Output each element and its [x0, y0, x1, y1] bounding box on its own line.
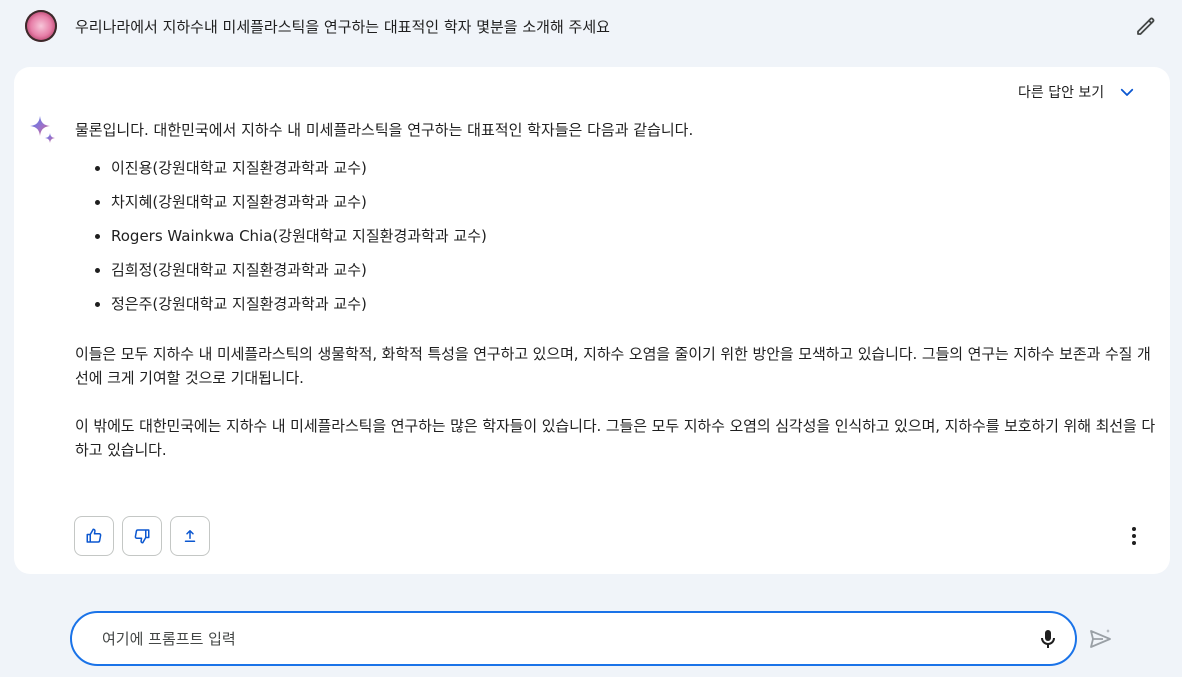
response-body: 물론입니다. 대한민국에서 지하수 내 미세플라스틱을 연구하는 대표적인 학자…: [75, 118, 1160, 486]
microphone-icon: [1041, 630, 1055, 648]
list-item: 이진용(강원대학교 지질환경과학과 교수): [95, 156, 1160, 190]
list-item: Rogers Wainkwa Chia(강원대학교 지질환경과학과 교수): [95, 224, 1160, 258]
user-avatar[interactable]: [25, 10, 57, 42]
share-icon: [184, 530, 196, 542]
pencil-icon: [1137, 17, 1155, 35]
response-paragraph-1: 이들은 모두 지하수 내 미세플라스틱의 생물학적, 화학적 특성을 연구하고 …: [75, 345, 1151, 387]
response-card: 다른 답안 보기 물론입니다. 대한민국에서 지하수 내 미세플라스틱을 연구하…: [14, 67, 1170, 574]
list-item: 정은주(강원대학교 지질환경과학과 교수): [95, 292, 1160, 326]
more-options-button[interactable]: [1122, 522, 1146, 550]
list-item: 김희정(강원대학교 지질환경과학과 교수): [95, 258, 1160, 292]
sparkle-icon: [30, 116, 55, 143]
chevron-down-icon: [1121, 88, 1134, 96]
microphone-button[interactable]: [1036, 627, 1060, 651]
user-prompt-row: 우리나라에서 지하수내 미세플라스틱을 연구하는 대표적인 학자 몇분을 소개해…: [0, 0, 1182, 56]
response-actions: [74, 516, 210, 556]
thumbs-down-icon: [134, 529, 150, 544]
send-icon: [1090, 629, 1111, 648]
list-item: 차지혜(강원대학교 지질환경과학과 교수): [95, 190, 1160, 224]
response-intro: 물론입니다. 대한민국에서 지하수 내 미세플라스틱을 연구하는 대표적인 학자…: [75, 121, 694, 139]
user-query-text: 우리나라에서 지하수내 미세플라스틱을 연구하는 대표적인 학자 몇분을 소개해…: [75, 18, 610, 36]
send-button[interactable]: [1088, 626, 1114, 652]
edit-prompt-button[interactable]: [1134, 14, 1158, 38]
thumbs-up-icon: [86, 528, 102, 543]
researcher-list: 이진용(강원대학교 지질환경과학과 교수) 차지혜(강원대학교 지질환경과학과 …: [95, 156, 1160, 326]
share-button[interactable]: [170, 516, 210, 556]
response-paragraph-2: 이 밖에도 대한민국에는 지하수 내 미세플라스틱을 연구하는 많은 학자들이 …: [75, 417, 1156, 459]
view-other-drafts-button[interactable]: 다른 답안 보기: [1018, 82, 1136, 102]
good-response-button[interactable]: [74, 516, 114, 556]
prompt-input-bar: [70, 611, 1077, 666]
prompt-input[interactable]: [102, 626, 1022, 652]
drafts-label: 다른 답안 보기: [1018, 85, 1105, 101]
more-vert-icon: [1132, 527, 1136, 545]
bad-response-button[interactable]: [122, 516, 162, 556]
